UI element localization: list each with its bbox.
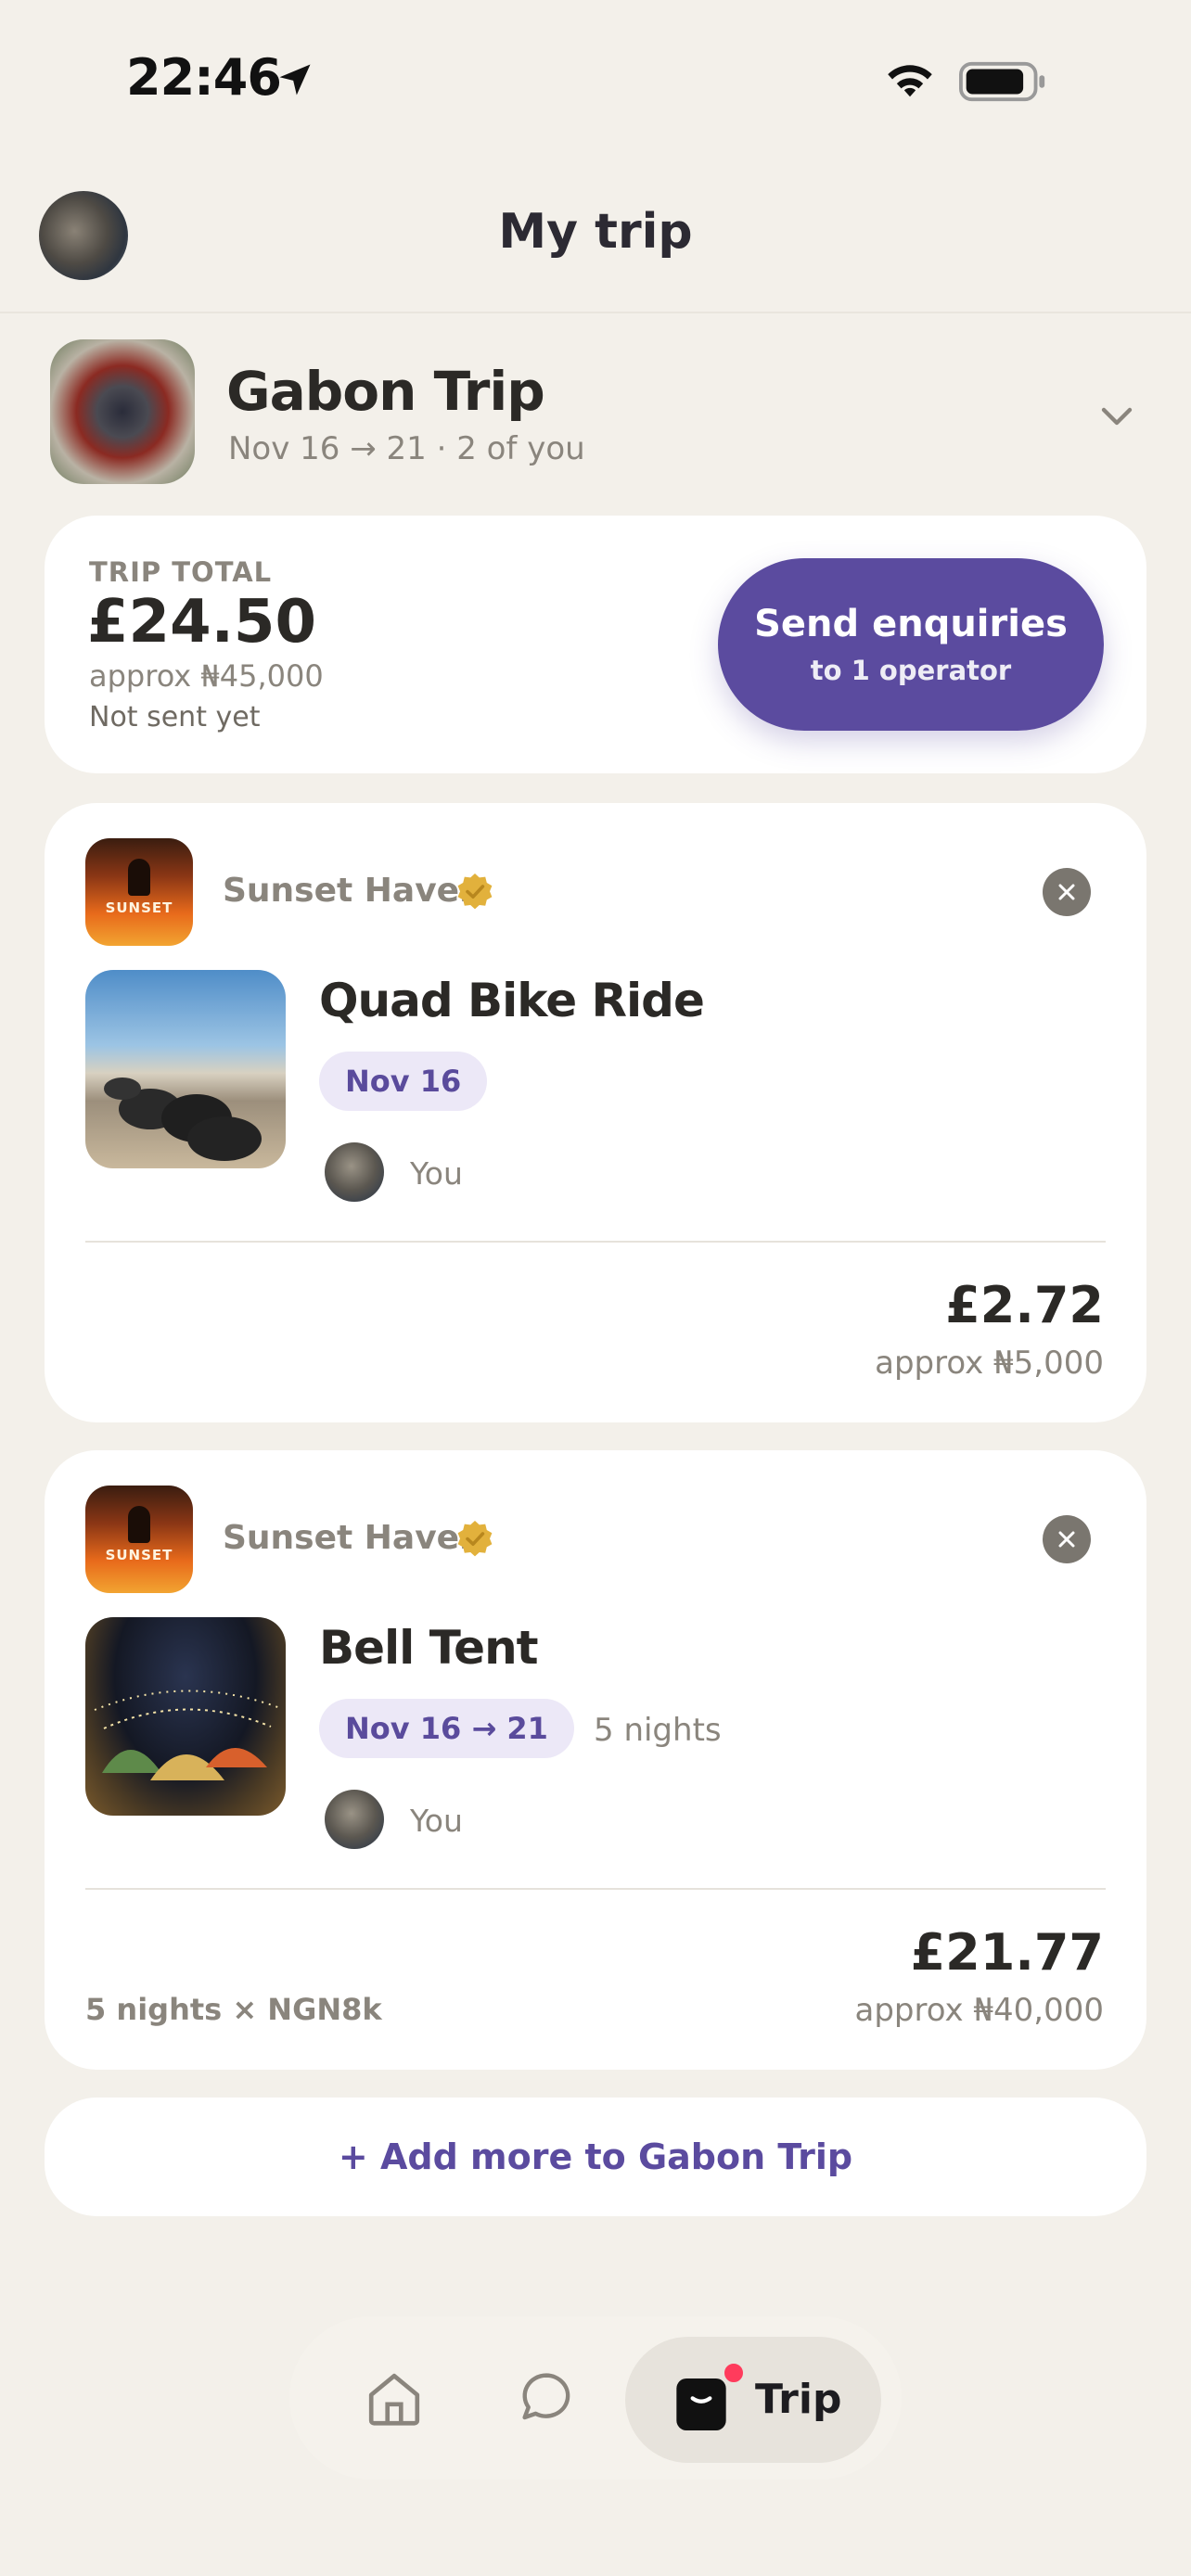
- location-arrow-icon: [279, 64, 311, 96]
- participant-avatar: [325, 1790, 384, 1849]
- add-more-button[interactable]: + Add more to Gabon Trip: [45, 2098, 1146, 2216]
- date-pill: Nov 16: [319, 1052, 488, 1111]
- trip-total-card: TRIP TOTAL £24.50 approx ₦45,000 Not sen…: [45, 516, 1146, 773]
- participant-avatar: [325, 1142, 384, 1202]
- trip-total-approx: approx ₦45,000: [89, 658, 324, 694]
- quad-bikes-illustration: [104, 1078, 262, 1161]
- item-price: £2.72: [945, 1276, 1104, 1334]
- item-price: £21.77: [910, 1923, 1104, 1982]
- item-image[interactable]: [85, 970, 286, 1168]
- divider: [85, 1241, 1106, 1243]
- header: My trip: [0, 148, 1191, 313]
- send-enquiries-button[interactable]: Send enquiries to 1 operator: [718, 558, 1104, 731]
- verified-badge-icon: [457, 1521, 493, 1557]
- divider: [85, 1888, 1106, 1890]
- trip-thumbnail: [50, 339, 195, 484]
- nights-count: 5 nights: [594, 1712, 722, 1749]
- remove-item-button[interactable]: [1043, 1515, 1091, 1563]
- battery-icon: [959, 61, 1045, 102]
- trip-item-card: SUNSET Sunset Haven Bell Tent Nov 16 → 2…: [45, 1450, 1146, 2070]
- item-title: Bell Tent: [319, 1621, 539, 1675]
- verified-badge-icon: [457, 874, 493, 910]
- trip-selector[interactable]: Gabon Trip Nov 16 → 21 · 2 of you: [0, 315, 1191, 501]
- status-bar: 22:46: [0, 0, 1191, 148]
- operator-logo: SUNSET: [85, 1486, 193, 1593]
- remove-item-button[interactable]: [1043, 868, 1091, 916]
- status-time: 22:46: [126, 48, 282, 107]
- trip-item-card: SUNSET Sunset Haven Quad Bike Ride Nov 1…: [45, 803, 1146, 1422]
- tents-illustration: [94, 1690, 281, 1780]
- trip-total-amount: £24.50: [87, 588, 316, 657]
- close-icon: [1058, 884, 1075, 900]
- price-breakdown: 5 nights × NGN8k: [85, 1992, 382, 2027]
- participant-label: You: [410, 1155, 463, 1192]
- operator-logo-text: SUNSET: [105, 899, 173, 916]
- tab-trip-label: Trip: [755, 2376, 842, 2423]
- home-icon[interactable]: [362, 2366, 427, 2431]
- page-title: My trip: [498, 204, 693, 260]
- item-title: Quad Bike Ride: [319, 974, 705, 1027]
- trip-total-label: TRIP TOTAL: [89, 556, 273, 588]
- logo-figure: [128, 1506, 150, 1543]
- tab-bar: Trip: [289, 2316, 902, 2480]
- trip-name: Gabon Trip: [226, 360, 545, 423]
- logo-figure: [128, 859, 150, 896]
- participant-label: You: [410, 1803, 463, 1839]
- item-approx-price: approx ₦40,000: [854, 1992, 1104, 2029]
- wifi-icon: [888, 65, 932, 97]
- chat-icon[interactable]: [516, 2366, 577, 2428]
- send-enquiries-label: Send enquiries: [754, 603, 1068, 645]
- operator-logo-text: SUNSET: [105, 1547, 173, 1563]
- item-image[interactable]: [85, 1617, 286, 1816]
- trip-meta: Nov 16 → 21 · 2 of you: [228, 430, 585, 467]
- operator-name[interactable]: Sunset Haven: [223, 1519, 483, 1557]
- tab-trip[interactable]: Trip: [625, 2337, 881, 2463]
- close-icon: [1058, 1531, 1075, 1548]
- date-pill: Nov 16 → 21: [319, 1699, 574, 1758]
- chevron-down-icon[interactable]: [1095, 393, 1139, 438]
- operator-name[interactable]: Sunset Haven: [223, 872, 483, 910]
- trip-total-status: Not sent yet: [89, 701, 261, 733]
- item-approx-price: approx ₦5,000: [875, 1345, 1104, 1382]
- add-more-label: + Add more to Gabon Trip: [338, 2136, 853, 2177]
- send-enquiries-sublabel: to 1 operator: [810, 655, 1012, 686]
- operator-logo: SUNSET: [85, 838, 193, 946]
- notification-badge: [722, 2361, 746, 2385]
